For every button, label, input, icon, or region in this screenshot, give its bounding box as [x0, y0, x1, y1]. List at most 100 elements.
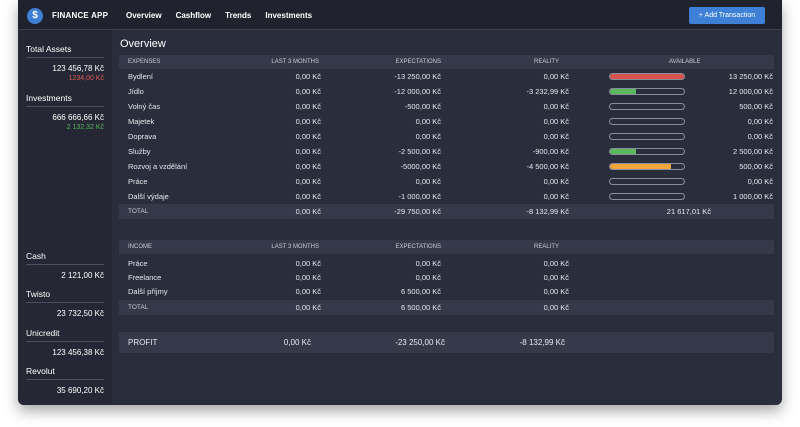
- table-row[interactable]: Jídlo 0,00 Kč -12 000,00 Kč -3 232,99 Kč 12 …: [119, 84, 774, 99]
- row-reality: -900,00 Kč: [532, 147, 569, 156]
- table-row[interactable]: Doprava 0,00 Kč 0,00 Kč 0,00 Kč 0,00 Kč: [119, 129, 774, 144]
- nav-cashflow[interactable]: Cashflow: [176, 11, 212, 20]
- total-last3: 0,00 Kč: [295, 303, 321, 312]
- account-twisto[interactable]: Twisto 23 732,50 Kč: [26, 289, 104, 318]
- table-row[interactable]: Majetek 0,00 Kč 0,00 Kč 0,00 Kč 0,00 Kč: [119, 114, 774, 129]
- account-value: 35 690,20 Kč: [56, 386, 104, 395]
- row-name: Práce: [128, 259, 148, 268]
- row-last3: 0,00 Kč: [295, 117, 321, 126]
- account-cash[interactable]: Cash 2 121,00 Kč: [26, 251, 104, 280]
- col-reality: REALITY: [533, 59, 559, 65]
- expenses-total-row: TOTAL 0,00 Kč -29 750,00 Kč -8 132,99 Kč…: [119, 204, 774, 219]
- row-expectations: -12 000,00 Kč: [394, 87, 441, 96]
- budget-progress-fill: [610, 74, 684, 79]
- row-name: Majetek: [128, 117, 155, 126]
- row-expectations: -500,00 Kč: [404, 102, 441, 111]
- row-reality: 0,00 Kč: [543, 259, 569, 268]
- row-expectations: -1 000,00 Kč: [398, 192, 441, 201]
- budget-progress-fill: [610, 149, 636, 154]
- table-row[interactable]: Freelance 0,00 Kč 0,00 Kč 0,00 Kč: [119, 270, 774, 284]
- row-last3: 0,00 Kč: [295, 87, 321, 96]
- account-name: Twisto: [26, 289, 104, 303]
- row-reality: 0,00 Kč: [543, 132, 569, 141]
- table-row[interactable]: Další výdaje 0,00 Kč -1 000,00 Kč 0,00 Kč 1 …: [119, 189, 774, 204]
- budget-progress-fill: [610, 164, 671, 169]
- row-reality: 0,00 Kč: [543, 72, 569, 81]
- col-income: INCOME: [128, 244, 152, 250]
- main-content: Overview EXPENSES LAST 3 MONTHS EXPECTAT…: [112, 30, 782, 405]
- col-available: AVAILABLE: [669, 59, 701, 65]
- budget-progress-bar: [609, 178, 685, 185]
- row-name: Další výdaje: [128, 192, 169, 201]
- budget-progress-bar: [609, 73, 685, 80]
- table-row[interactable]: Služby 0,00 Kč -2 500,00 Kč -900,00 Kč 2 500…: [119, 144, 774, 159]
- row-reality: 0,00 Kč: [543, 192, 569, 201]
- account-name: Investments: [26, 93, 104, 107]
- row-name: Volný čas: [128, 102, 161, 111]
- row-expectations: -13 250,00 Kč: [394, 72, 441, 81]
- profit-reality: -8 132,99 Kč: [519, 338, 565, 347]
- account-value: 2 121,00 Kč: [61, 271, 104, 280]
- table-row[interactable]: Práce 0,00 Kč 0,00 Kč 0,00 Kč 0,00 Kč: [119, 174, 774, 189]
- row-expectations: 0,00 Kč: [415, 132, 441, 141]
- budget-progress-bar: [609, 133, 685, 140]
- account-total-assets[interactable]: Total Assets 123 456,78 Kč 1234,00 Kč: [26, 44, 104, 82]
- profit-expectations: -23 250,00 Kč: [395, 338, 445, 347]
- brand-name: FINANCE APP: [52, 11, 109, 20]
- nav-investments[interactable]: Investments: [265, 11, 312, 20]
- col-reality: REALITY: [533, 244, 559, 250]
- total-available: 21 617,01 Kč: [666, 207, 711, 216]
- account-value: 666 666,66 Kč: [52, 113, 104, 122]
- account-revolut[interactable]: Revolut 35 690,20 Kč: [26, 366, 104, 395]
- top-bar: $ FINANCE APP Overview Cashflow Trends I…: [18, 0, 782, 30]
- table-row[interactable]: Bydlení 0,00 Kč -13 250,00 Kč 0,00 Kč 13 250…: [119, 69, 774, 84]
- row-last3: 0,00 Kč: [295, 72, 321, 81]
- row-last3: 0,00 Kč: [295, 273, 321, 282]
- col-last3: LAST 3 MONTHS: [271, 244, 319, 250]
- account-name: Cash: [26, 251, 104, 265]
- total-reality: 0,00 Kč: [543, 303, 569, 312]
- col-expenses: EXPENSES: [128, 59, 161, 65]
- col-expectations: EXPECTATIONS: [395, 244, 441, 250]
- account-change: 1234,00 Kč: [68, 75, 104, 82]
- total-expectations: -29 750,00 Kč: [394, 207, 441, 216]
- account-unicredit[interactable]: Unicredit 123 456,38 Kč: [26, 328, 104, 357]
- add-transaction-button[interactable]: + Add Transaction: [689, 7, 765, 24]
- budget-progress-bar: [609, 163, 685, 170]
- col-last3: LAST 3 MONTHS: [271, 59, 319, 65]
- dollar-icon[interactable]: $: [27, 8, 43, 24]
- income-table: INCOME LAST 3 MONTHS EXPECTATIONS REALIT…: [119, 240, 774, 315]
- row-reality: -3 232,99 Kč: [526, 87, 569, 96]
- account-value: 123 456,38 Kč: [52, 348, 104, 357]
- table-row[interactable]: Volný čas 0,00 Kč -500,00 Kč 0,00 Kč 500,00 …: [119, 99, 774, 114]
- row-last3: 0,00 Kč: [295, 162, 321, 171]
- row-expectations: 0,00 Kč: [415, 117, 441, 126]
- page-title: Overview: [120, 38, 166, 50]
- expenses-rows: Bydlení 0,00 Kč -13 250,00 Kč 0,00 Kč 13 250…: [119, 69, 774, 204]
- table-row[interactable]: Práce 0,00 Kč 0,00 Kč 0,00 Kč: [119, 256, 774, 270]
- nav-trends[interactable]: Trends: [225, 11, 251, 20]
- row-expectations: 6 500,00 Kč: [400, 287, 441, 296]
- col-expectations: EXPECTATIONS: [395, 59, 441, 65]
- row-reality: 0,00 Kč: [543, 177, 569, 186]
- total-last3: 0,00 Kč: [295, 207, 321, 216]
- row-last3: 0,00 Kč: [295, 287, 321, 296]
- row-last3: 0,00 Kč: [295, 259, 321, 268]
- table-row[interactable]: Další příjmy 0,00 Kč 6 500,00 Kč 0,00 Kč: [119, 284, 774, 298]
- total-label: TOTAL: [128, 208, 149, 215]
- app-window: $ FINANCE APP Overview Cashflow Trends I…: [18, 0, 782, 405]
- row-name: Další příjmy: [128, 287, 168, 296]
- account-change: 2 132,32 Kč: [66, 124, 104, 131]
- account-investments[interactable]: Investments 666 666,66 Kč 2 132,32 Kč: [26, 93, 104, 131]
- budget-progress-bar: [609, 103, 685, 110]
- income-total-row: TOTAL 0,00 Kč 6 500,00 Kč 0,00 Kč: [119, 300, 774, 315]
- total-reality: -8 132,99 Kč: [526, 207, 569, 216]
- account-name: Unicredit: [26, 328, 104, 342]
- budget-progress-bar: [609, 88, 685, 95]
- row-last3: 0,00 Kč: [295, 147, 321, 156]
- account-value: 123 456,78 Kč: [52, 64, 104, 73]
- nav-overview[interactable]: Overview: [126, 11, 162, 20]
- row-name: Freelance: [128, 273, 162, 282]
- row-name: Bydlení: [128, 72, 154, 81]
- table-row[interactable]: Rozvoj a vzdělání 0,00 Kč -5000,00 Kč -4 50…: [119, 159, 774, 174]
